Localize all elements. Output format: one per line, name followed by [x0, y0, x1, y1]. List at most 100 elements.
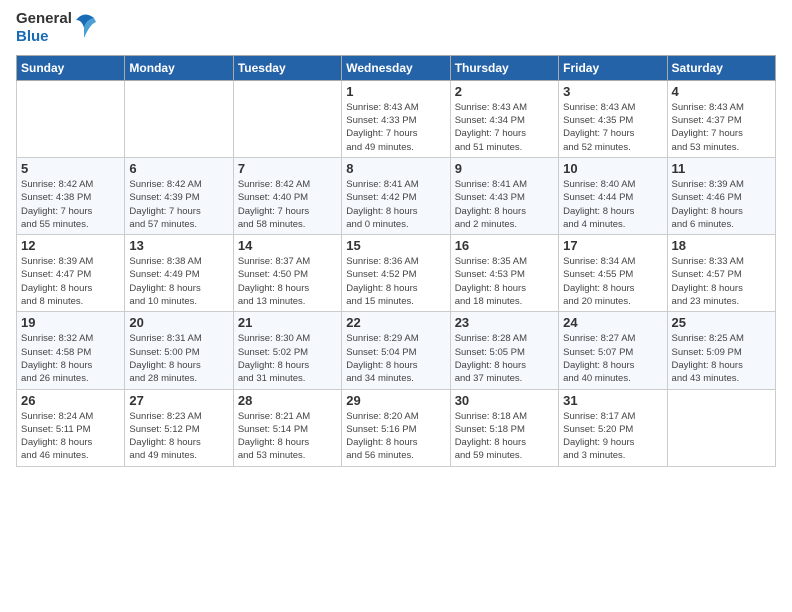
day-number: 26 — [21, 393, 120, 408]
day-number: 16 — [455, 238, 554, 253]
calendar-cell: 27 Sunrise: 8:23 AMSunset: 5:12 PMDayligh… — [125, 389, 233, 466]
calendar-cell: 6 Sunrise: 8:42 AMSunset: 4:39 PMDaylight… — [125, 157, 233, 234]
day-number: 18 — [672, 238, 771, 253]
calendar-table: SundayMondayTuesdayWednesdayThursdayFrid… — [16, 55, 776, 467]
calendar-cell: 28 Sunrise: 8:21 AMSunset: 5:14 PMDayligh… — [233, 389, 341, 466]
header: General Blue — [16, 10, 776, 47]
calendar-cell — [233, 80, 341, 157]
day-info: Sunrise: 8:20 AMSunset: 5:16 PMDaylight:… — [346, 410, 445, 463]
day-info: Sunrise: 8:40 AMSunset: 4:44 PMDaylight:… — [563, 178, 662, 231]
day-number: 3 — [563, 84, 662, 99]
day-number: 17 — [563, 238, 662, 253]
day-info: Sunrise: 8:38 AMSunset: 4:49 PMDaylight:… — [129, 255, 228, 308]
day-info: Sunrise: 8:43 AMSunset: 4:35 PMDaylight:… — [563, 101, 662, 154]
day-info: Sunrise: 8:43 AMSunset: 4:34 PMDaylight:… — [455, 101, 554, 154]
day-number: 11 — [672, 161, 771, 176]
day-number: 19 — [21, 315, 120, 330]
day-number: 1 — [346, 84, 445, 99]
day-number: 31 — [563, 393, 662, 408]
calendar-cell: 9 Sunrise: 8:41 AMSunset: 4:43 PMDaylight… — [450, 157, 558, 234]
calendar-cell: 3 Sunrise: 8:43 AMSunset: 4:35 PMDaylight… — [559, 80, 667, 157]
day-number: 2 — [455, 84, 554, 99]
day-info: Sunrise: 8:35 AMSunset: 4:53 PMDaylight:… — [455, 255, 554, 308]
day-info: Sunrise: 8:25 AMSunset: 5:09 PMDaylight:… — [672, 332, 771, 385]
day-number: 23 — [455, 315, 554, 330]
day-number: 25 — [672, 315, 771, 330]
day-info: Sunrise: 8:37 AMSunset: 4:50 PMDaylight:… — [238, 255, 337, 308]
weekday-header-saturday: Saturday — [667, 55, 775, 80]
day-number: 21 — [238, 315, 337, 330]
day-info: Sunrise: 8:27 AMSunset: 5:07 PMDaylight:… — [563, 332, 662, 385]
day-info: Sunrise: 8:43 AMSunset: 4:37 PMDaylight:… — [672, 101, 771, 154]
calendar-cell: 8 Sunrise: 8:41 AMSunset: 4:42 PMDaylight… — [342, 157, 450, 234]
day-info: Sunrise: 8:39 AMSunset: 4:46 PMDaylight:… — [672, 178, 771, 231]
calendar-cell: 4 Sunrise: 8:43 AMSunset: 4:37 PMDaylight… — [667, 80, 775, 157]
calendar-cell: 24 Sunrise: 8:27 AMSunset: 5:07 PMDayligh… — [559, 312, 667, 389]
day-number: 13 — [129, 238, 228, 253]
calendar-cell: 1 Sunrise: 8:43 AMSunset: 4:33 PMDaylight… — [342, 80, 450, 157]
weekday-header-row: SundayMondayTuesdayWednesdayThursdayFrid… — [17, 55, 776, 80]
day-number: 9 — [455, 161, 554, 176]
calendar-cell: 12 Sunrise: 8:39 AMSunset: 4:47 PMDayligh… — [17, 235, 125, 312]
day-number: 5 — [21, 161, 120, 176]
day-number: 30 — [455, 393, 554, 408]
calendar-cell: 30Sunrise: 8:18 AMSunset: 5:18 PMDayligh… — [450, 389, 558, 466]
day-info: Sunrise: 8:43 AMSunset: 4:33 PMDaylight:… — [346, 101, 445, 154]
calendar-cell: 16 Sunrise: 8:35 AMSunset: 4:53 PMDayligh… — [450, 235, 558, 312]
day-number: 29 — [346, 393, 445, 408]
calendar-cell: 19Sunrise: 8:32 AMSunset: 4:58 PMDayligh… — [17, 312, 125, 389]
calendar-week-5: 26 Sunrise: 8:24 AMSunset: 5:11 PMDayligh… — [17, 389, 776, 466]
weekday-header-friday: Friday — [559, 55, 667, 80]
day-info: Sunrise: 8:21 AMSunset: 5:14 PMDaylight:… — [238, 410, 337, 463]
calendar-week-3: 12 Sunrise: 8:39 AMSunset: 4:47 PMDayligh… — [17, 235, 776, 312]
day-number: 8 — [346, 161, 445, 176]
day-number: 20 — [129, 315, 228, 330]
day-number: 15 — [346, 238, 445, 253]
day-number: 12 — [21, 238, 120, 253]
day-info: Sunrise: 8:17 AMSunset: 5:20 PMDaylight:… — [563, 410, 662, 463]
weekday-header-tuesday: Tuesday — [233, 55, 341, 80]
calendar-cell: 2 Sunrise: 8:43 AMSunset: 4:34 PMDaylight… — [450, 80, 558, 157]
day-info: Sunrise: 8:36 AMSunset: 4:52 PMDaylight:… — [346, 255, 445, 308]
calendar-cell — [125, 80, 233, 157]
day-info: Sunrise: 8:23 AMSunset: 5:12 PMDaylight:… — [129, 410, 228, 463]
calendar-cell: 15 Sunrise: 8:36 AMSunset: 4:52 PMDayligh… — [342, 235, 450, 312]
calendar-cell: 21 Sunrise: 8:30 AMSunset: 5:02 PMDayligh… — [233, 312, 341, 389]
weekday-header-monday: Monday — [125, 55, 233, 80]
day-info: Sunrise: 8:24 AMSunset: 5:11 PMDaylight:… — [21, 410, 120, 463]
day-number: 7 — [238, 161, 337, 176]
calendar-cell: 17 Sunrise: 8:34 AMSunset: 4:55 PMDayligh… — [559, 235, 667, 312]
calendar-cell: 18 Sunrise: 8:33 AMSunset: 4:57 PMDayligh… — [667, 235, 775, 312]
day-info: Sunrise: 8:30 AMSunset: 5:02 PMDaylight:… — [238, 332, 337, 385]
day-info: Sunrise: 8:28 AMSunset: 5:05 PMDaylight:… — [455, 332, 554, 385]
day-info: Sunrise: 8:42 AMSunset: 4:39 PMDaylight:… — [129, 178, 228, 231]
day-number: 28 — [238, 393, 337, 408]
day-number: 4 — [672, 84, 771, 99]
calendar-cell: 26 Sunrise: 8:24 AMSunset: 5:11 PMDayligh… — [17, 389, 125, 466]
day-number: 22 — [346, 315, 445, 330]
calendar-cell: 11 Sunrise: 8:39 AMSunset: 4:46 PMDayligh… — [667, 157, 775, 234]
day-info: Sunrise: 8:34 AMSunset: 4:55 PMDaylight:… — [563, 255, 662, 308]
day-info: Sunrise: 8:33 AMSunset: 4:57 PMDaylight:… — [672, 255, 771, 308]
day-number: 10 — [563, 161, 662, 176]
logo-bird-icon — [74, 10, 96, 46]
day-info: Sunrise: 8:39 AMSunset: 4:47 PMDaylight:… — [21, 255, 120, 308]
calendar-cell: 31 Sunrise: 8:17 AMSunset: 5:20 PMDayligh… — [559, 389, 667, 466]
day-number: 14 — [238, 238, 337, 253]
day-info: Sunrise: 8:31 AMSunset: 5:00 PMDaylight:… — [129, 332, 228, 385]
day-info: Sunrise: 8:41 AMSunset: 4:42 PMDaylight:… — [346, 178, 445, 231]
page: General Blue SundayMondayTuesdayWednesda… — [0, 0, 792, 477]
calendar-cell: 25 Sunrise: 8:25 AMSunset: 5:09 PMDayligh… — [667, 312, 775, 389]
weekday-header-sunday: Sunday — [17, 55, 125, 80]
calendar-cell: 20 Sunrise: 8:31 AMSunset: 5:00 PMDayligh… — [125, 312, 233, 389]
day-info: Sunrise: 8:41 AMSunset: 4:43 PMDaylight:… — [455, 178, 554, 231]
calendar-cell: 29 Sunrise: 8:20 AMSunset: 5:16 PMDayligh… — [342, 389, 450, 466]
day-number: 24 — [563, 315, 662, 330]
day-number: 27 — [129, 393, 228, 408]
calendar-week-1: 1 Sunrise: 8:43 AMSunset: 4:33 PMDaylight… — [17, 80, 776, 157]
calendar-cell: 23 Sunrise: 8:28 AMSunset: 5:05 PMDayligh… — [450, 312, 558, 389]
calendar-cell: 7Sunrise: 8:42 AMSunset: 4:40 PMDaylight… — [233, 157, 341, 234]
day-info: Sunrise: 8:29 AMSunset: 5:04 PMDaylight:… — [346, 332, 445, 385]
calendar-cell: 22 Sunrise: 8:29 AMSunset: 5:04 PMDayligh… — [342, 312, 450, 389]
day-number: 6 — [129, 161, 228, 176]
